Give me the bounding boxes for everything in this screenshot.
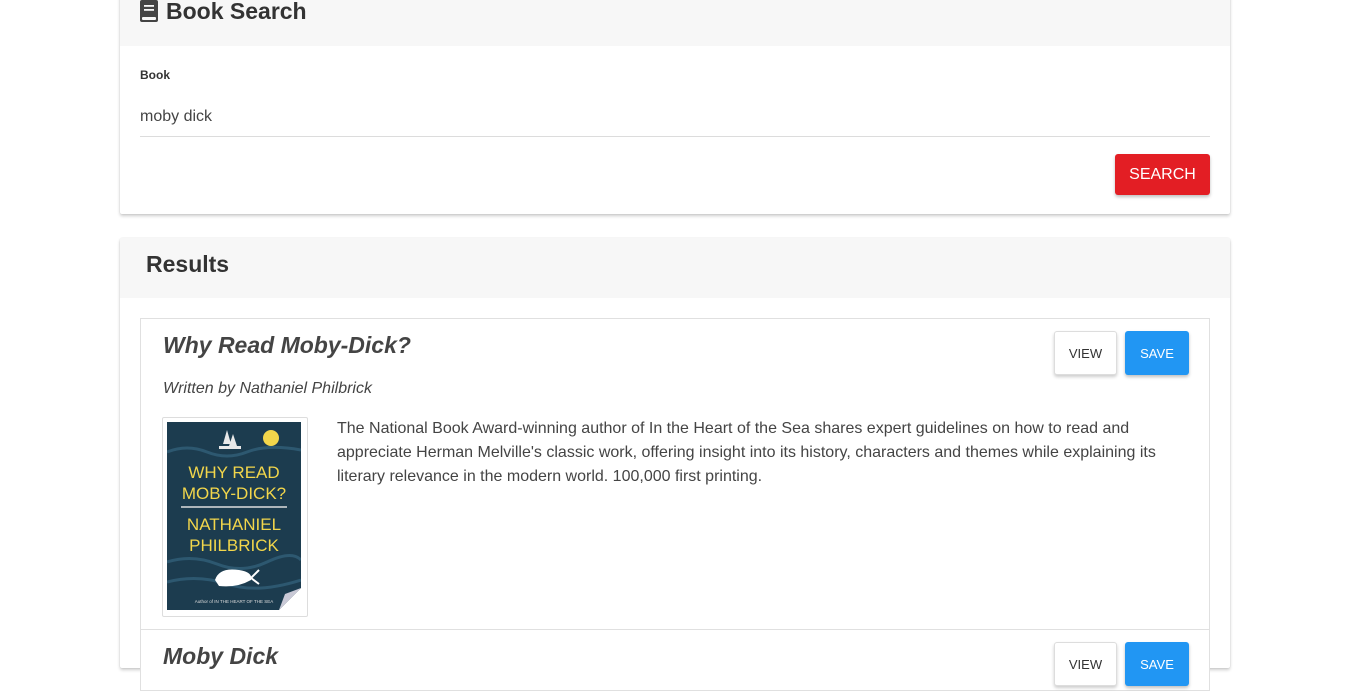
results-card-header: Results [120,238,1230,298]
book-description: The National Book Award-winning author o… [337,420,1156,485]
save-button[interactable]: SAVE [1125,642,1189,686]
search-card-header: Book Search [120,0,1230,46]
result-item: Why Read Moby-Dick? VIEW SAVE Written by… [140,318,1210,630]
book-field-label: Book [140,68,170,82]
result-item: Moby Dick VIEW SAVE [140,629,1210,691]
book-title: Why Read Moby-Dick? [163,332,411,358]
search-button[interactable]: SEARCH [1115,154,1210,195]
cover-line-2: MOBY-DICK? [182,484,286,503]
cover-line-4: PHILBRICK [189,536,279,555]
view-button[interactable]: VIEW [1054,642,1117,686]
view-button[interactable]: VIEW [1054,331,1117,375]
save-button[interactable]: SAVE [1125,331,1189,375]
book-author: Written by Nathaniel Philbrick [163,380,372,397]
results-title: Results [146,251,230,277]
search-title: Book Search [166,0,307,24]
book-search-card: Book Search Book SEARCH [120,0,1230,214]
results-card: Results Why Read Moby-Dick? VIEW SAVE Wr… [120,238,1230,691]
book-title: Moby Dick [163,643,279,669]
book-cover-art: WHY READ MOBY-DICK? NATHANIEL PHILBRICK … [167,422,301,610]
moon-icon [263,430,279,446]
cover-line-3: NATHANIEL [187,515,281,534]
cover-line-1: WHY READ [188,463,279,482]
book-icon [140,0,158,22]
book-search-input[interactable] [140,98,1210,137]
cover-footer: Author of IN THE HEART OF THE SEA [195,599,273,604]
book-cover-image: WHY READ MOBY-DICK? NATHANIEL PHILBRICK … [162,417,308,617]
